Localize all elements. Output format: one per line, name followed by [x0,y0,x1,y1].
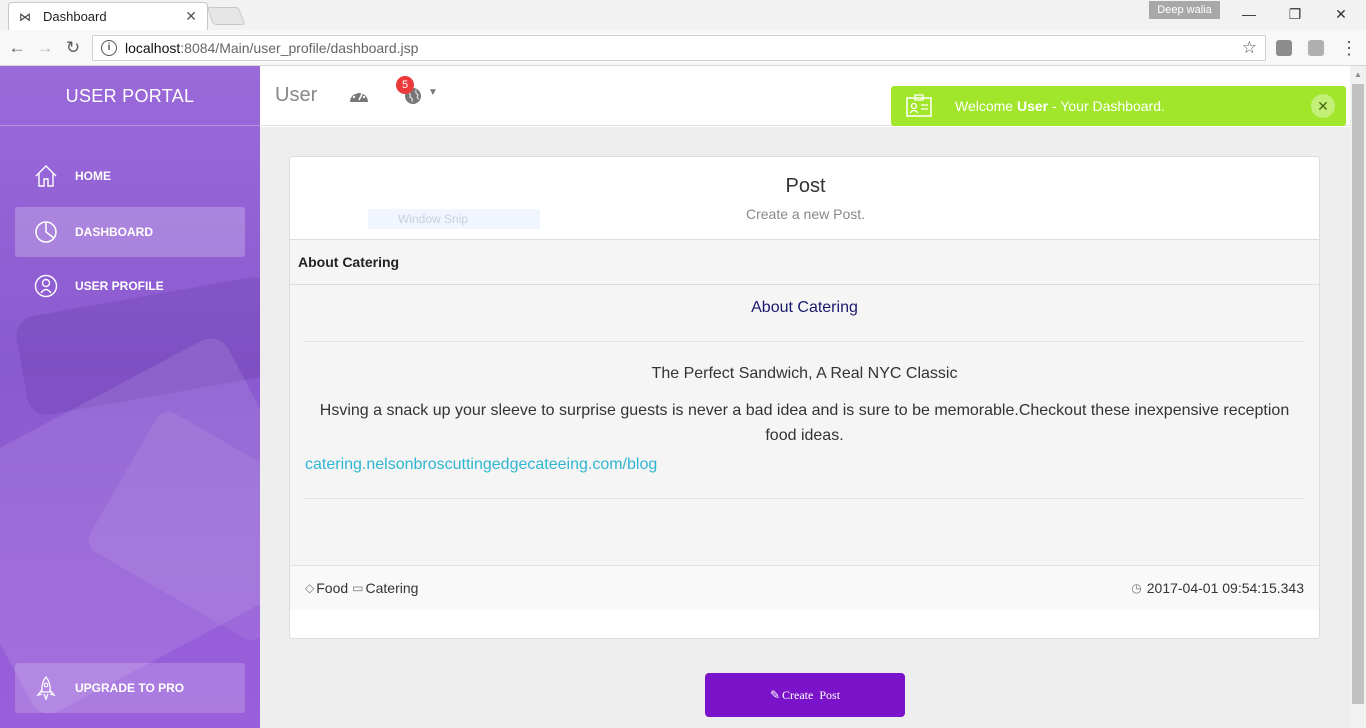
caret-down-icon[interactable]: ▼ [428,87,438,98]
browser-tab[interactable]: ⋈ Dashboard ✕ [8,2,208,30]
upgrade-button[interactable]: UPGRADE TO PRO [15,663,245,713]
category[interactable]: Catering [366,580,419,596]
info-icon[interactable]: i [101,40,117,56]
reload-icon[interactable]: ↻ [62,37,84,59]
card-title: Post [785,175,826,197]
tab-title: Dashboard [43,9,107,24]
create-post-label: Create Post [782,687,841,702]
notification-text: Welcome User - Your Dashboard. [955,98,1165,114]
panel-footer: ◇ Food ▭ Catering ◷ 2017-04-01 09:54:15.… [290,565,1319,610]
new-tab-button[interactable] [206,7,246,25]
divider [305,341,1304,342]
home-icon [33,163,59,189]
minimize-button[interactable]: — [1226,0,1272,30]
edit-icon: ✎ [769,687,781,702]
extension-icon[interactable] [1276,40,1292,56]
section-title: About Catering [751,299,858,316]
post-body: Hsving a snack up your sleeve to surpris… [319,402,1290,444]
post-panel: About Catering About Catering The Perfec… [290,239,1319,610]
clock-icon: ◷ [1131,581,1142,595]
create-post-button[interactable]: ✎ Create Post [705,673,905,717]
url-host: localhost [125,40,181,56]
scrollbar-thumb[interactable] [1352,84,1364,704]
window-close-button[interactable]: ✕ [1318,0,1364,30]
rocket-icon [33,675,59,701]
window-snip-overlay: Window Snip [368,209,540,229]
browser-toolbar: ← → ↻ i localhost:8084/Main/user_profile… [0,30,1366,66]
back-arrow-icon[interactable]: ← [6,37,28,59]
tag[interactable]: Food [316,580,348,596]
tab-close-icon[interactable]: ✕ [185,8,197,25]
scroll-up-arrow-icon[interactable]: ▲ [1354,70,1362,79]
post-timestamp: ◷ 2017-04-01 09:54:15.343 [1131,580,1304,596]
sidebar-brand[interactable]: USER PORTAL [0,66,260,126]
forward-arrow-icon[interactable]: → [34,37,56,59]
sidebar-item-user-profile[interactable]: USER PROFILE [15,261,245,311]
sidebar-item-label: DASHBOARD [75,225,153,239]
browser-menu-icon[interactable]: ⋮ [1340,38,1358,59]
post-link[interactable]: catering.nelsonbroscuttingedgecateeing.c… [305,456,657,474]
sidebar-item-label: HOME [75,169,111,183]
pdf-extension-icon[interactable] [1308,40,1324,56]
bookmark-star-icon[interactable]: ☆ [1242,38,1257,58]
bowtie-favicon-icon: ⋈ [19,9,31,24]
browser-profile-name[interactable]: Deep walia [1149,1,1220,19]
address-bar[interactable]: i localhost:8084/Main/user_profile/dashb… [92,35,1266,61]
pie-chart-icon [33,219,59,245]
post-card: Post Create a new Post. Window Snip Abou… [289,156,1320,639]
user-icon [33,273,59,299]
timestamp-text: 2017-04-01 09:54:15.343 [1146,580,1304,596]
page-scrollbar[interactable]: ▲ [1350,66,1366,728]
id-card-icon [906,94,932,117]
sidebar-item-dashboard[interactable]: DASHBOARD [15,207,245,257]
folder-icon: ▭ [352,581,364,595]
notification-close-button[interactable]: ✕ [1311,94,1335,118]
dashboard-gauge-icon[interactable] [348,86,370,106]
tag-icon: ◇ [305,581,315,595]
panel-heading: About Catering [290,240,1319,285]
sidebar-item-home[interactable]: HOME [15,151,245,201]
url-path: :8084/Main/user_profile/dashboard.jsp [180,40,419,56]
upgrade-label: UPGRADE TO PRO [75,681,185,695]
sidebar-item-label: USER PROFILE [75,279,164,293]
browser-tab-bar: ⋈ Dashboard ✕ Deep walia — ❐ ✕ [0,0,1366,30]
tag-list: ◇ Food ▭ Catering [305,580,418,596]
sidebar: USER PORTAL HOME DASHBOARD USER PROFILE … [0,66,260,728]
welcome-notification: Welcome User - Your Dashboard. ✕ [891,86,1346,126]
divider [305,498,1304,499]
notification-badge: 5 [396,76,414,94]
page-title: User [275,84,318,106]
post-headline: The Perfect Sandwich, A Real NYC Classic [651,365,958,382]
restore-button[interactable]: ❐ [1272,0,1318,30]
